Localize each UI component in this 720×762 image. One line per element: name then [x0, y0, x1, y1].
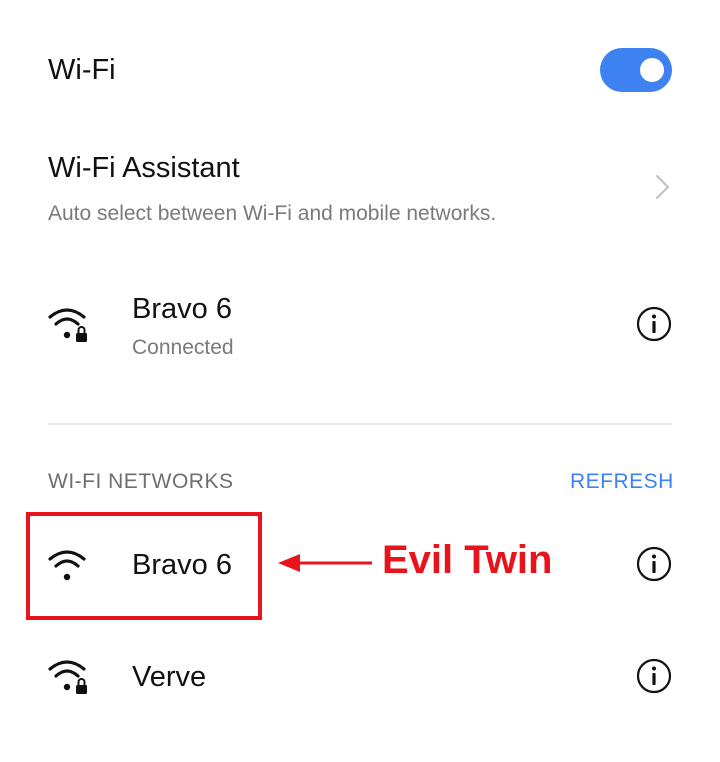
divider	[48, 423, 672, 425]
connected-network-status: Connected	[132, 336, 234, 359]
info-icon[interactable]	[636, 658, 672, 694]
wifi-assistant-title: Wi-Fi Assistant	[48, 152, 240, 184]
connected-network-row[interactable]: Bravo 6 Connected	[0, 280, 620, 376]
wifi-assistant-subtitle: Auto select between Wi-Fi and mobile net…	[48, 202, 497, 225]
wifi-lock-icon	[48, 660, 87, 694]
wifi-assistant-row[interactable]: Wi-Fi Assistant Auto select between Wi-F…	[0, 140, 720, 240]
info-icon[interactable]	[636, 546, 672, 582]
network-name: Verve	[132, 661, 207, 693]
arrow-left-icon	[278, 554, 372, 572]
refresh-button[interactable]: REFRESH	[570, 470, 674, 494]
evil-twin-annotation: Evil Twin	[382, 538, 553, 582]
chevron-right-icon	[655, 174, 670, 200]
wifi-label: Wi-Fi	[48, 54, 116, 86]
highlight-box	[26, 512, 262, 620]
wifi-networks-header: WI-FI NETWORKS	[48, 470, 234, 493]
wifi-toggle[interactable]	[600, 48, 672, 92]
network-row-verve[interactable]: Verve	[0, 632, 620, 724]
wifi-lock-icon	[48, 308, 87, 342]
connected-network-name: Bravo 6	[132, 293, 232, 325]
info-icon[interactable]	[636, 306, 672, 342]
wifi-toggle-knob	[640, 58, 664, 82]
